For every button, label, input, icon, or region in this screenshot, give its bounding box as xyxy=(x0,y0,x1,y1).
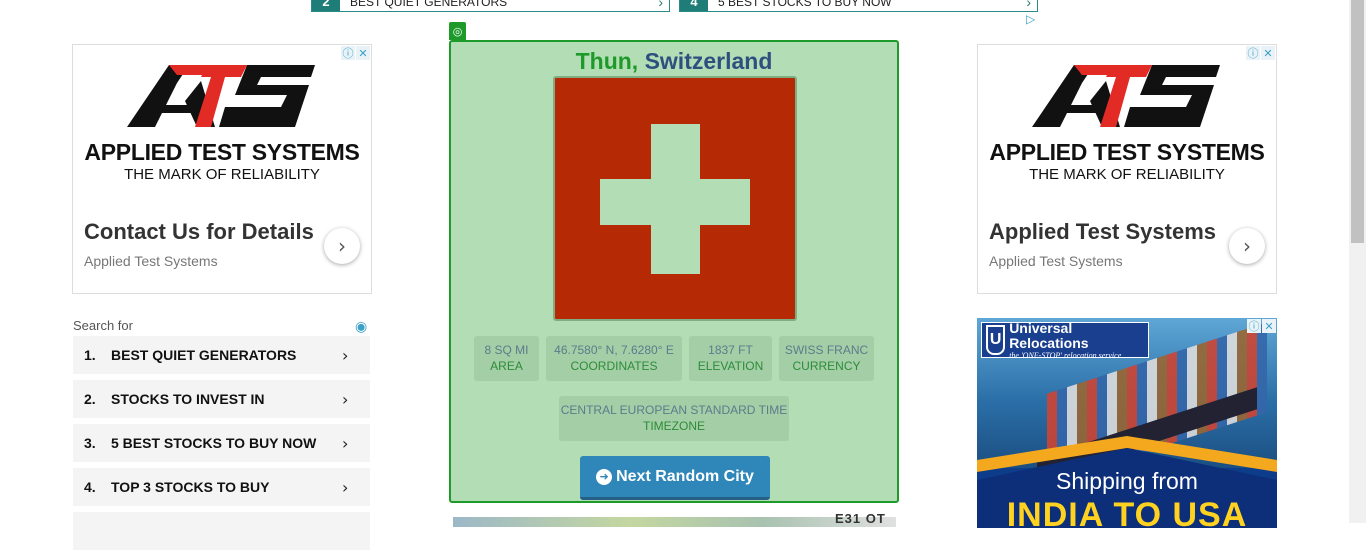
ad-advertiser: Applied Test Systems xyxy=(84,253,218,269)
chevron-right-icon[interactable]: › xyxy=(324,228,360,264)
ad-badge-icon[interactable]: ◎ xyxy=(449,22,466,40)
stat-label: COORDINATES xyxy=(570,359,658,373)
search-item-number: 4. xyxy=(84,479,96,495)
stat-currency: SWISS FRANC CURRENCY xyxy=(779,336,874,381)
ad-headline[interactable]: Contact Us for Details xyxy=(84,219,314,245)
right-ad[interactable]: ⓘ ✕ APPLIED TEST SYSTEMS THE MARK OF REL… xyxy=(977,44,1277,294)
ats-logo xyxy=(1032,65,1220,127)
search-item-text: 5 BEST STOCKS TO BUY NOW xyxy=(111,435,317,451)
search-item-number: 1. xyxy=(84,347,96,363)
stat-coordinates: 46.7580° N, 7.6280° E COORDINATES xyxy=(546,336,682,381)
stat-value: SWISS FRANC xyxy=(784,343,869,357)
stat-value: 46.7580° N, 7.6280° E xyxy=(554,343,674,357)
search-item-text: BEST QUIET GENERATORS xyxy=(111,347,297,363)
country-flag xyxy=(553,76,797,321)
close-icon[interactable]: ✕ xyxy=(1262,319,1276,333)
chevron-right-icon: › xyxy=(1026,0,1031,10)
ad-tagline: THE MARK OF RELIABILITY xyxy=(124,166,320,183)
ats-logo xyxy=(127,65,315,127)
ad-tagline: THE MARK OF RELIABILITY xyxy=(1029,166,1225,183)
stat-value: 8 SQ MI xyxy=(484,343,529,357)
info-icon[interactable]: ⓘ xyxy=(1247,319,1261,333)
eye-off-icon[interactable]: ◉ xyxy=(355,318,367,335)
top-ad-label: 5 BEST STOCKS TO BUY NOW xyxy=(718,0,892,9)
reloc-logo-mark: U xyxy=(986,325,1006,355)
below-image-text: E31 OT xyxy=(835,511,886,526)
reloc-logo: U Universal Relocations the 'ONE-STOP' r… xyxy=(981,319,1149,360)
close-icon[interactable]: ✕ xyxy=(356,46,370,60)
country-name: Switzerland xyxy=(644,48,773,74)
stat-label: AREA xyxy=(490,359,523,373)
adchoices-play-icon[interactable]: ▷ xyxy=(1026,12,1035,26)
stat-area: 8 SQ MI AREA xyxy=(474,336,539,381)
ad-choices[interactable]: ⓘ ✕ xyxy=(1247,319,1276,333)
reloc-line1: Shipping from xyxy=(1056,468,1198,494)
search-for-label: Search for xyxy=(73,318,133,333)
ad-headline[interactable]: Applied Test Systems xyxy=(989,219,1216,245)
close-icon[interactable]: ✕ xyxy=(1261,46,1275,60)
info-icon[interactable]: ⓘ xyxy=(341,46,355,60)
search-item-text: STOCKS TO INVEST IN xyxy=(111,391,265,407)
flag-cross-vertical xyxy=(651,124,700,274)
chevron-right-icon: › xyxy=(342,477,349,497)
top-ad-1[interactable]: 2 BEST QUIET GENERATORS › xyxy=(311,0,670,12)
top-ad-label: BEST QUIET GENERATORS xyxy=(350,0,508,9)
below-image-strip xyxy=(453,517,896,527)
chevron-right-icon: › xyxy=(342,345,349,365)
chevron-right-icon[interactable]: › xyxy=(1229,228,1265,264)
ad-choices[interactable]: ⓘ ✕ xyxy=(1246,46,1275,60)
arrow-right-circle-icon: ➜ xyxy=(596,468,613,485)
reloc-tagline: the 'ONE-STOP' relocation service xyxy=(1009,350,1122,360)
top-ad-number: 4 xyxy=(680,0,708,11)
next-random-city-label: Next Random City xyxy=(616,467,754,485)
left-ad[interactable]: ⓘ ✕ APPLIED TEST SYSTEMS THE MARK OF REL… xyxy=(72,44,372,294)
search-item-text: TOP 3 STOCKS TO BUY xyxy=(111,479,270,495)
search-item-5[interactable] xyxy=(73,512,370,550)
relocation-ad[interactable]: ⓘ ✕ U Universal Relocations the 'ONE-STO… xyxy=(977,318,1277,528)
ad-choices[interactable]: ⓘ ✕ xyxy=(341,46,370,60)
stat-label: ELEVATION xyxy=(697,359,764,373)
top-ad-number: 2 xyxy=(312,0,340,11)
search-item-2[interactable]: 2. STOCKS TO INVEST IN › xyxy=(73,380,370,418)
stat-label: TIMEZONE xyxy=(643,419,705,433)
stat-label: CURRENCY xyxy=(792,359,861,373)
ad-advertiser: Applied Test Systems xyxy=(989,253,1123,269)
reloc-brand: Universal Relocations xyxy=(1009,319,1089,351)
reloc-line2: INDIA TO USA xyxy=(1006,496,1248,528)
city-name: Thun, xyxy=(575,48,639,74)
info-icon[interactable]: ⓘ xyxy=(1246,46,1260,60)
top-ad-2[interactable]: 4 5 BEST STOCKS TO BUY NOW › xyxy=(679,0,1038,12)
scrollbar-thumb[interactable] xyxy=(1351,0,1364,243)
search-item-number: 3. xyxy=(84,435,96,451)
ad-brand: APPLIED TEST SYSTEMS xyxy=(84,139,360,165)
city-panel: Thun, Switzerland 8 SQ MI AREA 46.7580° … xyxy=(449,40,899,503)
search-item-4[interactable]: 4. TOP 3 STOCKS TO BUY › xyxy=(73,468,370,506)
ad-brand: APPLIED TEST SYSTEMS xyxy=(989,139,1265,165)
chevron-right-icon: › xyxy=(342,433,349,453)
search-item-number: 2. xyxy=(84,391,96,407)
chevron-right-icon: › xyxy=(658,0,663,10)
next-random-city-button[interactable]: ➜ Next Random City xyxy=(580,456,770,500)
stat-value: CENTRAL EUROPEAN STANDARD TIME xyxy=(560,403,788,417)
stat-elevation: 1837 FT ELEVATION xyxy=(689,336,772,381)
chevron-right-icon: › xyxy=(342,389,349,409)
stat-timezone: CENTRAL EUROPEAN STANDARD TIME TIMEZONE xyxy=(559,396,789,441)
search-item-1[interactable]: 1. BEST QUIET GENERATORS › xyxy=(73,336,370,374)
search-item-3[interactable]: 3. 5 BEST STOCKS TO BUY NOW › xyxy=(73,424,370,462)
stat-value: 1837 FT xyxy=(708,343,753,357)
city-title: Thun, Switzerland xyxy=(451,48,897,75)
